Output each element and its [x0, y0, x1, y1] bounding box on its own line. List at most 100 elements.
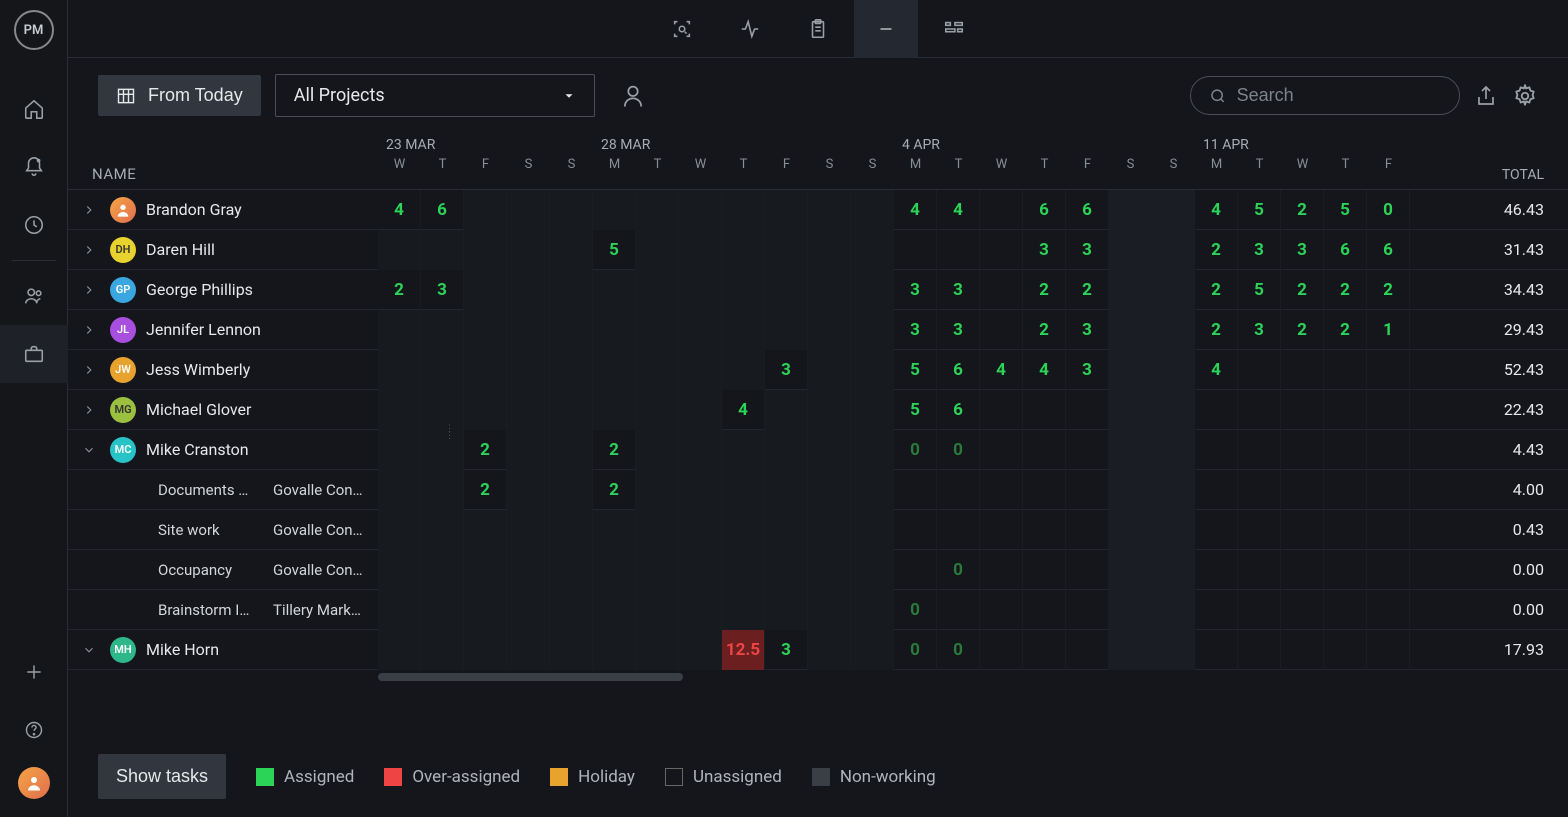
home-icon[interactable] [0, 80, 68, 138]
workload-cell[interactable] [1324, 590, 1367, 630]
person-row[interactable]: JLJennifer Lennon33232322129.43 [68, 310, 1568, 350]
workload-cell[interactable] [851, 590, 894, 630]
workload-cell[interactable]: 0 [937, 630, 980, 670]
workload-cell[interactable]: 3 [937, 310, 980, 350]
workload-cell[interactable] [1066, 470, 1109, 510]
workload-cell[interactable] [765, 310, 808, 350]
workload-cell[interactable]: 5 [894, 390, 937, 430]
person-row[interactable]: MCMike Cranston22004.43 [68, 430, 1568, 470]
workload-cell[interactable]: 6 [1066, 190, 1109, 230]
task-row[interactable]: Documents …Govalle Con…224.00 [68, 470, 1568, 510]
workload-cell[interactable] [1023, 550, 1066, 590]
workload-cell[interactable] [1152, 550, 1195, 590]
workload-cell[interactable] [507, 550, 550, 590]
workload-cell[interactable] [1023, 590, 1066, 630]
workload-cell[interactable] [1367, 630, 1410, 670]
workload-cell[interactable] [507, 430, 550, 470]
workload-cell[interactable] [1023, 430, 1066, 470]
workload-cell[interactable] [894, 550, 937, 590]
column-drag-handle[interactable]: ⋮⋮ [445, 427, 453, 439]
workload-cell[interactable]: 3 [937, 270, 980, 310]
workload-cell[interactable] [421, 350, 464, 390]
workload-cell[interactable] [894, 510, 937, 550]
current-user-avatar[interactable] [18, 767, 50, 799]
workload-cell[interactable] [1023, 510, 1066, 550]
workload-cell[interactable] [851, 630, 894, 670]
workload-cell[interactable] [722, 190, 765, 230]
workload-cell[interactable] [1109, 350, 1152, 390]
workload-cell[interactable] [378, 630, 421, 670]
workload-cell[interactable]: 2 [464, 430, 507, 470]
workload-cell[interactable]: 5 [593, 230, 636, 270]
workload-cell[interactable] [980, 310, 1023, 350]
workload-cell[interactable]: 5 [894, 350, 937, 390]
workload-cell[interactable] [765, 510, 808, 550]
workload-cell[interactable] [507, 190, 550, 230]
workload-cell[interactable] [808, 390, 851, 430]
workload-cell[interactable] [464, 510, 507, 550]
workload-cell[interactable] [507, 630, 550, 670]
workload-cell[interactable] [679, 190, 722, 230]
workload-cell[interactable] [421, 590, 464, 630]
workload-cell[interactable] [894, 470, 937, 510]
workload-cell[interactable] [464, 190, 507, 230]
workload-cell[interactable] [507, 310, 550, 350]
workload-cell[interactable] [636, 430, 679, 470]
workload-cell[interactable]: 5 [1324, 190, 1367, 230]
workload-cell[interactable] [1152, 310, 1195, 350]
workload-cell[interactable] [464, 230, 507, 270]
workload-cell[interactable] [722, 510, 765, 550]
workload-cell[interactable] [1152, 270, 1195, 310]
workload-cell[interactable] [378, 510, 421, 550]
chevron-right-icon[interactable] [82, 203, 100, 217]
workload-cell[interactable] [1324, 630, 1367, 670]
workload-cell[interactable] [808, 470, 851, 510]
workload-cell[interactable]: 2 [378, 270, 421, 310]
workload-cell[interactable] [636, 590, 679, 630]
workload-cell[interactable] [980, 550, 1023, 590]
bell-icon[interactable] [0, 138, 68, 196]
workload-cell[interactable] [1109, 550, 1152, 590]
workload-cell[interactable]: 2 [593, 470, 636, 510]
workload-cell[interactable] [851, 350, 894, 390]
chevron-right-icon[interactable] [82, 243, 100, 257]
workload-cell[interactable]: 4 [980, 350, 1023, 390]
workload-cell[interactable] [765, 390, 808, 430]
workload-cell[interactable] [1066, 630, 1109, 670]
workload-cell[interactable] [808, 630, 851, 670]
workload-cell[interactable]: 4 [378, 190, 421, 230]
search-input-wrapper[interactable] [1190, 76, 1460, 115]
workload-cell[interactable] [550, 510, 593, 550]
workload-cell[interactable] [765, 550, 808, 590]
workload-cell[interactable] [851, 310, 894, 350]
workload-cell[interactable] [980, 630, 1023, 670]
workload-cell[interactable] [980, 590, 1023, 630]
workload-cell[interactable] [1281, 430, 1324, 470]
workload-cell[interactable] [1109, 390, 1152, 430]
workload-cell[interactable] [1109, 270, 1152, 310]
workload-cell[interactable] [765, 230, 808, 270]
workload-cell[interactable] [550, 470, 593, 510]
workload-cell[interactable] [980, 470, 1023, 510]
share-icon[interactable] [1474, 84, 1498, 108]
workload-cell[interactable] [507, 470, 550, 510]
workload-cell[interactable] [1324, 550, 1367, 590]
workload-cell[interactable]: 6 [1023, 190, 1066, 230]
workload-cell[interactable] [1066, 550, 1109, 590]
workload-cell[interactable]: 4 [937, 190, 980, 230]
workload-cell[interactable] [507, 390, 550, 430]
logo[interactable]: PM [14, 10, 54, 50]
workload-cell[interactable] [679, 350, 722, 390]
person-row[interactable]: GPGeorge Phillips2333222522234.43 [68, 270, 1568, 310]
workload-cell[interactable]: 3 [421, 270, 464, 310]
workload-cell[interactable] [722, 310, 765, 350]
workload-cell[interactable]: 0 [894, 630, 937, 670]
person-row[interactable]: Brandon Gray4644664525046.43 [68, 190, 1568, 230]
workload-cell[interactable] [1152, 430, 1195, 470]
workload-cell[interactable] [808, 510, 851, 550]
workload-cell[interactable] [980, 430, 1023, 470]
workload-cell[interactable] [550, 230, 593, 270]
workload-cell[interactable] [1109, 430, 1152, 470]
workload-cell[interactable] [550, 390, 593, 430]
workload-cell[interactable] [1367, 430, 1410, 470]
